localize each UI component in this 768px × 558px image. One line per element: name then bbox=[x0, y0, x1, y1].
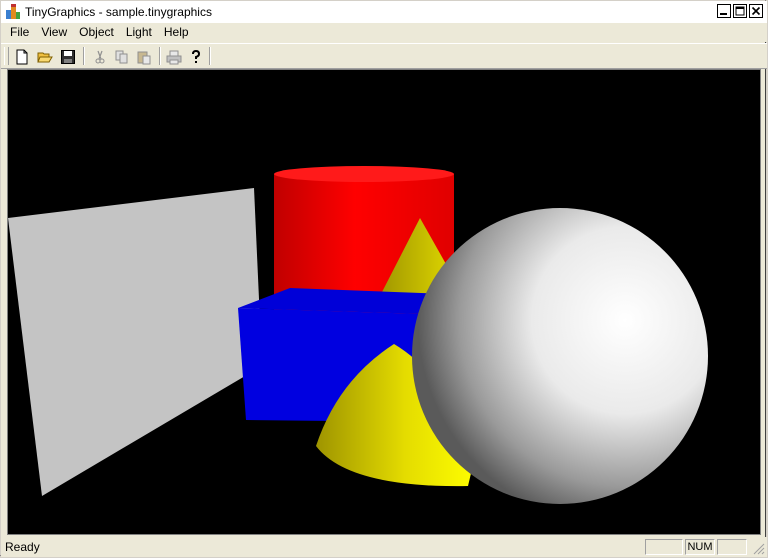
toolbar-separator bbox=[209, 47, 211, 65]
menu-object[interactable]: Object bbox=[73, 23, 120, 42]
menu-light[interactable]: Light bbox=[120, 23, 158, 42]
scene-viewport[interactable] bbox=[7, 69, 761, 535]
toolbar-grip[interactable] bbox=[4, 47, 9, 65]
window-controls bbox=[717, 4, 763, 18]
status-pane-scrl bbox=[717, 539, 747, 555]
toolbar-separator bbox=[159, 47, 161, 65]
status-pane-num: NUM bbox=[685, 539, 715, 555]
menu-help[interactable]: Help bbox=[158, 23, 195, 42]
scene-plane bbox=[8, 188, 262, 496]
new-icon[interactable] bbox=[11, 46, 33, 68]
minimize-icon[interactable] bbox=[717, 4, 731, 18]
status-bar: Ready NUM bbox=[1, 537, 767, 557]
toolbar-separator bbox=[83, 47, 85, 65]
open-icon[interactable] bbox=[34, 46, 56, 68]
help-icon[interactable] bbox=[185, 46, 207, 68]
close-icon[interactable] bbox=[749, 4, 763, 18]
cut-icon[interactable] bbox=[89, 46, 111, 68]
resize-grip-icon[interactable] bbox=[753, 543, 765, 555]
menu-bar: File View Object Light Help bbox=[1, 23, 767, 42]
menu-file[interactable]: File bbox=[4, 23, 35, 42]
scene-render bbox=[8, 166, 708, 504]
save-icon[interactable] bbox=[57, 46, 79, 68]
paste-icon[interactable] bbox=[133, 46, 155, 68]
status-pane-cap bbox=[645, 539, 683, 555]
app-window: TinyGraphics - sample.tinygraphics File … bbox=[0, 0, 767, 557]
print-icon[interactable] bbox=[163, 46, 185, 68]
maximize-icon[interactable] bbox=[733, 4, 747, 18]
tinygraphics-app-icon[interactable] bbox=[5, 4, 21, 20]
copy-icon[interactable] bbox=[111, 46, 133, 68]
scene-sphere-white bbox=[412, 208, 708, 504]
title-bar[interactable]: TinyGraphics - sample.tinygraphics bbox=[1, 1, 767, 23]
toolbar bbox=[1, 43, 767, 69]
menu-view[interactable]: View bbox=[35, 23, 73, 42]
window-title: TinyGraphics - sample.tinygraphics bbox=[25, 5, 212, 19]
status-text: Ready bbox=[5, 540, 40, 554]
